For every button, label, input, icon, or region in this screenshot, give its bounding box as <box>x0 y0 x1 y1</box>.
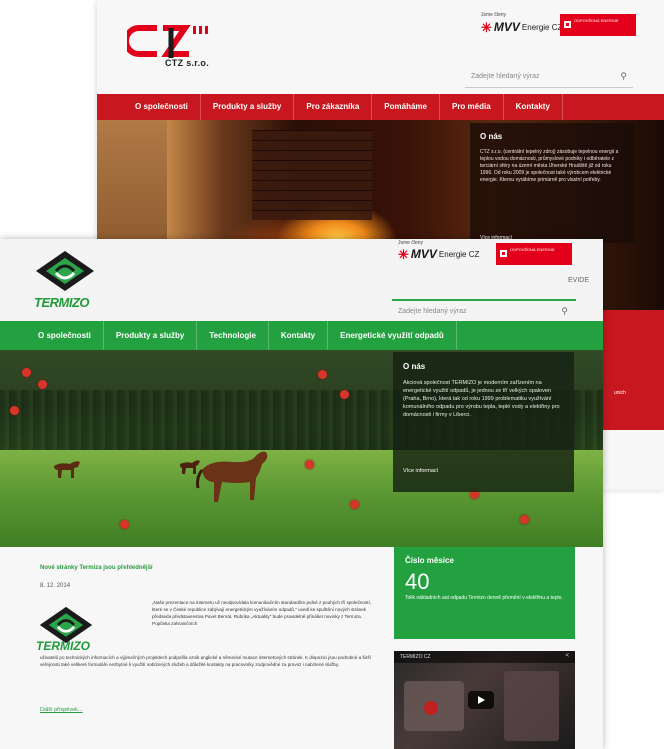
badge-text: ODPOVĚDNÁ ENERGIE <box>574 18 619 23</box>
video-title: TERMIZO CZ <box>400 654 431 660</box>
member-label: Jsme členy <box>481 12 507 18</box>
ctz-logo-text: CTZ s.r.o. <box>165 58 210 68</box>
berry-decoration <box>318 370 327 379</box>
termizo-about-text: Akciová společnost TERMIZO je moderním z… <box>403 380 560 418</box>
video-title-bar: TERMIZO CZ < <box>394 651 575 663</box>
berry-decoration <box>22 368 31 377</box>
ctz-search-input[interactable]: Zadejte hledaný výraz ⚲ <box>465 66 633 88</box>
termizo-about-title: O nás <box>403 362 426 371</box>
termizo-nav-item[interactable]: O společnosti <box>0 321 104 350</box>
mvv-star-icon: ✳ <box>481 19 492 35</box>
ctz-main-nav: O společnosti Produkty a služby Pro záka… <box>97 94 664 120</box>
termizo-about-more-link[interactable]: Více informací <box>403 468 438 474</box>
number-of-month-text: Tolik nákladních aut odpadu Termizo denn… <box>405 595 563 601</box>
ctz-about-box: O nás CTZ s.r.o. (centrální tepelný zdro… <box>470 123 634 243</box>
next-post-link[interactable]: Další příspěvek... <box>40 707 83 713</box>
number-of-month-box: Číslo měsíce 40 Tolik nákladních aut odp… <box>394 547 575 639</box>
video-player[interactable]: TERMIZO CZ < <box>394 651 575 749</box>
news-termizo-logo: TERMIZO <box>36 605 94 653</box>
ctz-about-title: O nás <box>480 132 503 141</box>
ctz-nav-item[interactable]: Kontakty <box>504 94 563 120</box>
mvv-logo[interactable]: ✳ MVV Energie CZ <box>481 20 562 34</box>
termizo-logo[interactable]: TERMIZO <box>34 249 96 310</box>
ctz-search-placeholder: Zadejte hledaný výraz <box>471 73 540 80</box>
termizo-nav-item[interactable]: Energetické využití odpadů <box>328 321 457 350</box>
berry-decoration <box>10 406 19 415</box>
termizo-nav-item[interactable]: Produkty a služby <box>104 321 198 350</box>
search-icon[interactable]: ⚲ <box>561 306 568 317</box>
ctz-nav-item[interactable]: Pomáháme <box>372 94 440 120</box>
berry-decoration <box>350 500 359 509</box>
play-icon[interactable] <box>468 691 494 709</box>
energie-label: Energie CZ <box>438 249 480 259</box>
evide-link[interactable]: EVIDE <box>568 277 589 284</box>
news-title[interactable]: Nové stránky Termiza jsou přehlednější <box>40 565 153 571</box>
news-paragraph: uživatelů po technických informacích a v… <box>40 655 371 667</box>
termizo-nav-item[interactable]: Kontakty <box>269 321 329 350</box>
termizo-nav-item[interactable]: Technologie <box>197 321 269 350</box>
berry-decoration <box>120 520 129 529</box>
ctz-logo[interactable]: CTZ s.r.o. <box>127 24 222 70</box>
news-logo-text: TERMIZO <box>36 639 90 653</box>
responsible-energy-badge[interactable]: ODPOVĚDNÁ ENERGIE <box>560 14 636 36</box>
berry-decoration <box>340 390 349 399</box>
member-label: Jsme členy <box>398 240 424 246</box>
badge-square-icon <box>564 21 571 28</box>
video-frame-machine <box>504 671 559 741</box>
mvv-logo[interactable]: ✳ MVV Energie CZ <box>398 247 479 261</box>
ctz-about-text: CTZ s.r.o. (centrální tepelný zdroj) zás… <box>480 149 619 183</box>
berry-decoration <box>520 515 529 524</box>
termizo-about-box: O nás Akciová společnost TERMIZO je mode… <box>393 352 574 492</box>
berry-decoration <box>38 380 47 389</box>
number-of-month-title: Číslo měsíce <box>405 556 454 565</box>
news-paragraph: „Naše prezentace na internetu už neodpov… <box>152 600 372 626</box>
horse-image <box>180 460 200 474</box>
termizo-main-nav: O společnosti Produkty a služby Technolo… <box>0 321 603 350</box>
badge-square-icon <box>500 250 507 257</box>
termizo-search-placeholder: Zadejte hledaný výraz <box>398 308 467 315</box>
mvv-label: MVV <box>493 20 520 34</box>
search-icon[interactable]: ⚲ <box>620 71 627 82</box>
energie-label: Energie CZ <box>521 22 563 32</box>
ctz-nav-item[interactable]: O společnosti <box>97 94 201 120</box>
berry-decoration <box>305 460 314 469</box>
mvv-label: MVV <box>410 247 437 261</box>
ctz-nav-item[interactable]: Produkty a služby <box>201 94 295 120</box>
video-frame-detail <box>424 701 438 715</box>
termizo-content-area: Nové stránky Termiza jsou přehlednější 8… <box>0 547 603 749</box>
ctz-nav-item[interactable]: Pro zákazníka <box>294 94 373 120</box>
composite-stage: CTZ s.r.o. Jsme členy ✳ MVV Energie CZ O… <box>0 0 664 749</box>
mvv-star-icon: ✳ <box>398 246 409 262</box>
responsible-energy-badge[interactable]: ODPOVĚDNÁ ENERGIE <box>496 243 572 265</box>
termizo-website-screenshot: TERMIZO Jsme členy ✳ MVV Energie CZ ODPO… <box>0 239 603 749</box>
number-of-month-value: 40 <box>405 569 430 594</box>
share-icon[interactable]: < <box>565 653 569 659</box>
ctz-side-text: unich <box>614 390 626 396</box>
ctz-nav-item[interactable]: Pro média <box>440 94 504 120</box>
termizo-logo-text: TERMIZO <box>34 295 90 310</box>
horse-image <box>54 461 80 478</box>
hero-furnace <box>252 130 372 220</box>
horse-image <box>196 451 268 502</box>
badge-text: ODPOVĚDNÁ ENERGIE <box>510 247 555 252</box>
termizo-search-input[interactable]: Zadejte hledaný výraz ⚲ <box>392 299 576 323</box>
termizo-logo-mark <box>36 251 94 291</box>
ctz-side-panel: unich <box>600 310 664 430</box>
news-date: 8. 12. 2014 <box>40 583 71 589</box>
